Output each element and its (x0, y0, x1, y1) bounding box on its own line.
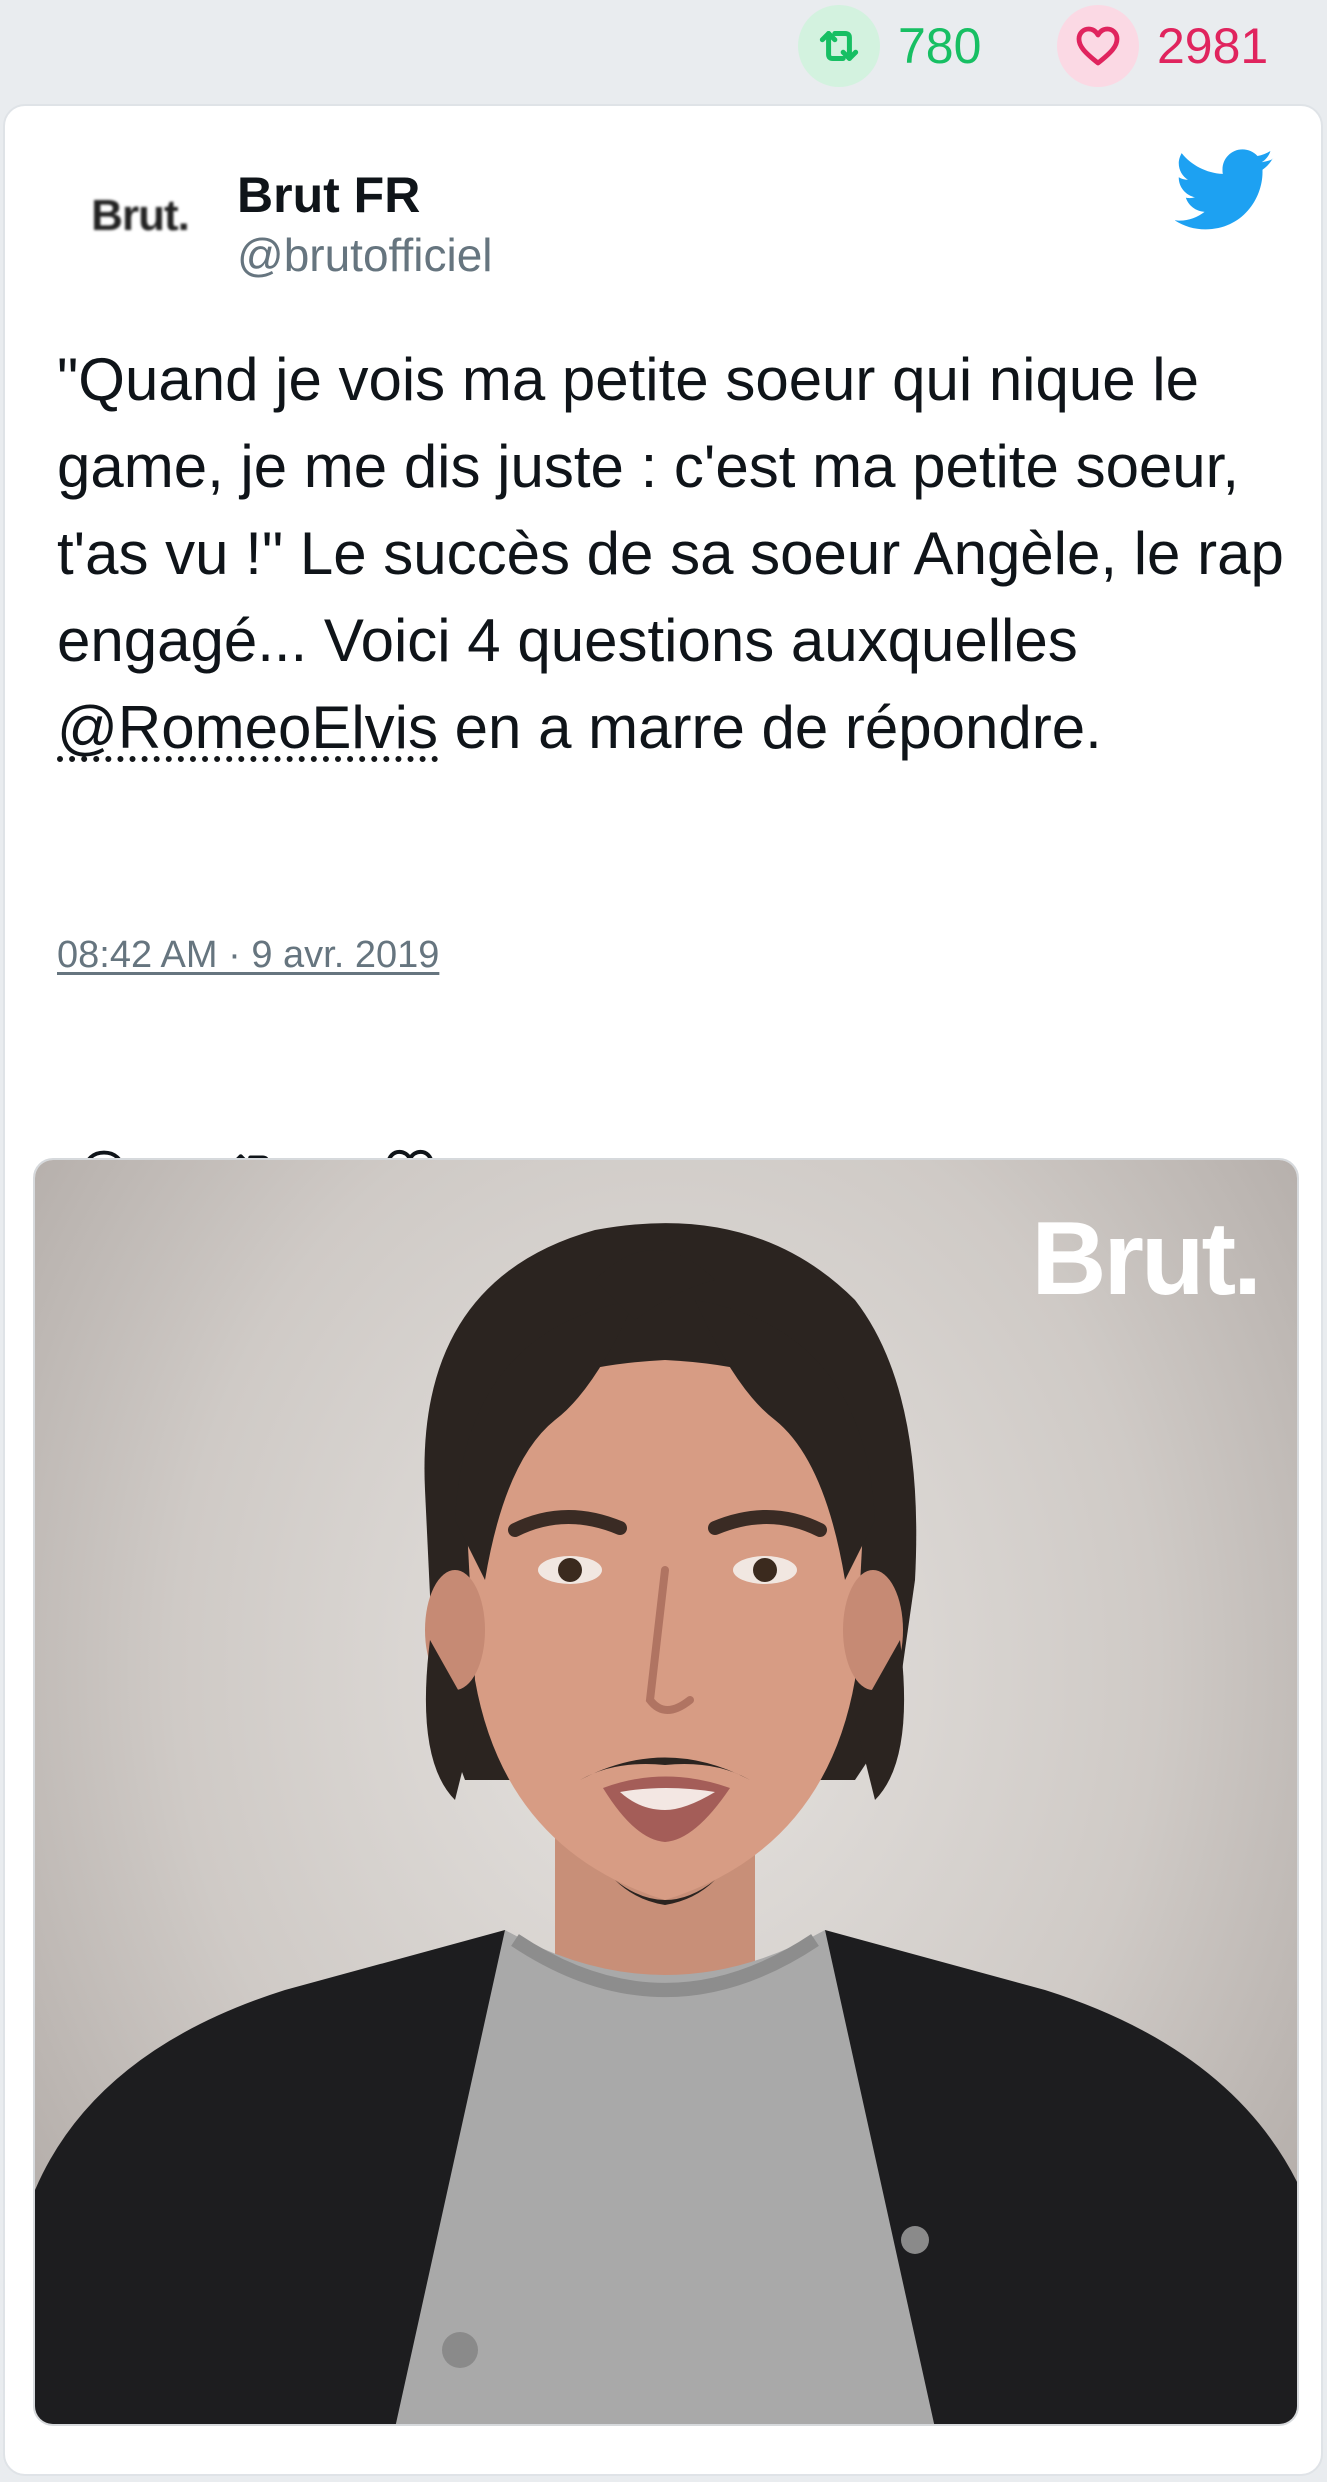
retweet-stat[interactable]: 780 (798, 5, 982, 87)
tweet-text-part: "Quand je vois ma petite soeur qui nique… (57, 346, 1284, 674)
author-name[interactable]: Brut FR (237, 166, 420, 224)
retweet-icon (798, 5, 880, 87)
stats-bar: 780 2981 (0, 0, 1327, 100)
media-watermark: Brut. (1031, 1201, 1262, 1317)
retweet-count: 780 (898, 18, 982, 74)
avatar-logo-text: Brut. (91, 191, 190, 240)
tweet-card: Brut. Brut FR @brutofficiel "Quand je vo… (3, 104, 1323, 2476)
tweet-timestamp[interactable]: 08:42 AM · 9 avr. 2019 (57, 934, 439, 977)
person-illustration (35, 1223, 1297, 2424)
tweet-text-part: en a marre de répondre. (438, 694, 1102, 761)
like-count: 2981 (1157, 18, 1269, 74)
heart-icon (1057, 5, 1139, 87)
twitter-bird-icon[interactable] (1174, 146, 1275, 236)
tweet-text: "Quand je vois ma petite soeur qui nique… (57, 336, 1287, 771)
mention-link[interactable]: @RomeoElvis (57, 694, 438, 761)
avatar[interactable]: Brut. (55, 151, 225, 281)
like-stat[interactable]: 2981 (1057, 5, 1269, 87)
author-handle[interactable]: @brutofficiel (237, 228, 493, 282)
tweet-header: Brut. Brut FR @brutofficiel (5, 106, 1321, 306)
tweet-media-video[interactable]: Brut. (33, 1158, 1299, 2426)
